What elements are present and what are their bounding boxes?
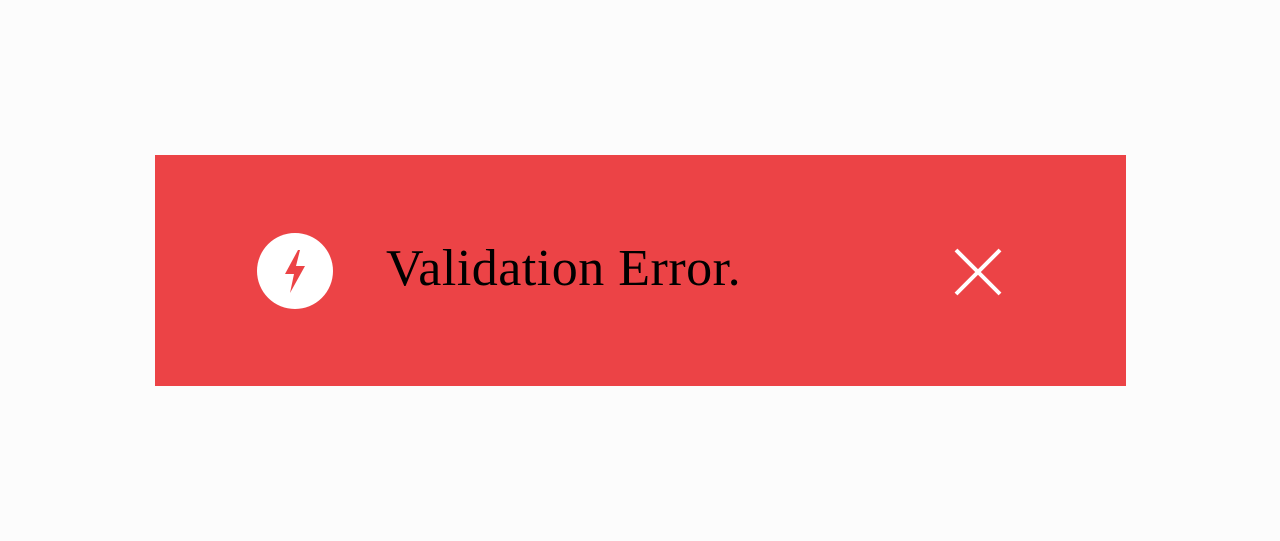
error-message: Validation Error. — [386, 240, 742, 297]
close-icon[interactable] — [952, 246, 1004, 298]
lightning-bolt-icon — [257, 233, 333, 309]
